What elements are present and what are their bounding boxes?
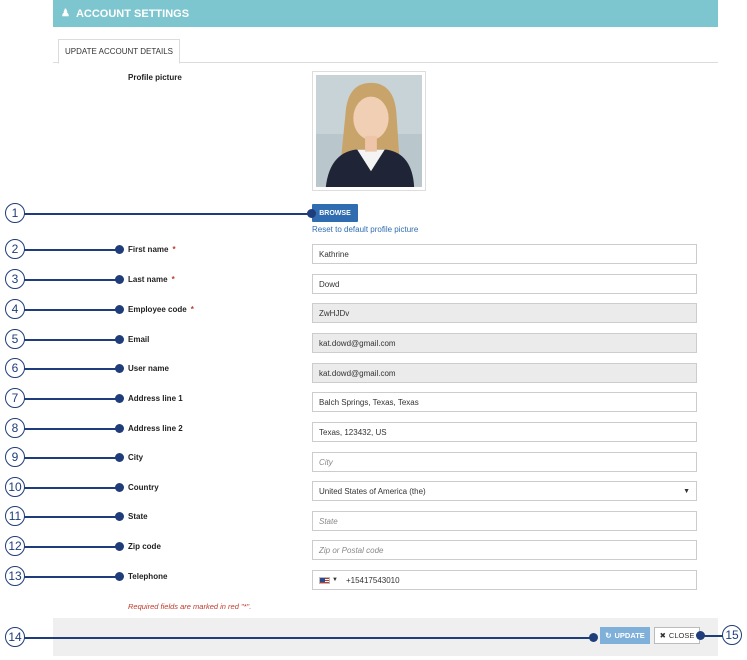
state-input[interactable]: State bbox=[312, 511, 697, 531]
callout-12: 12 bbox=[5, 536, 25, 556]
telephone-value: +15417543010 bbox=[345, 575, 400, 585]
page-header: ♟ ACCOUNT SETTINGS bbox=[53, 0, 718, 27]
callout-line-1 bbox=[24, 213, 312, 215]
user-name-label: User name bbox=[128, 364, 169, 373]
callout-dot-2 bbox=[115, 245, 124, 254]
callout-dot-15 bbox=[696, 631, 705, 640]
address-line-2-label: Address line 2 bbox=[128, 424, 183, 433]
caret-down-icon: ▼ bbox=[683, 487, 690, 495]
callout-dot-10 bbox=[115, 483, 124, 492]
callout-15: 15 bbox=[722, 625, 742, 645]
close-icon: ✖ bbox=[659, 631, 666, 640]
caret-down-icon: ▼ bbox=[332, 577, 338, 583]
first-name-label: First name * bbox=[128, 245, 176, 254]
employee-code-label: Employee code * bbox=[128, 305, 194, 314]
callout-dot-7 bbox=[115, 394, 124, 403]
callout-dot-5 bbox=[115, 335, 124, 344]
callout-line-2 bbox=[24, 249, 120, 251]
callout-line-13 bbox=[24, 576, 120, 578]
callout-6: 6 bbox=[5, 358, 25, 378]
callout-line-12 bbox=[24, 546, 120, 548]
reset-profile-picture-link[interactable]: Reset to default profile picture bbox=[312, 225, 418, 234]
tab-bar: UPDATE ACCOUNT DETAILS bbox=[53, 37, 718, 64]
state-label: State bbox=[128, 512, 148, 521]
browse-button[interactable]: BROWSE bbox=[312, 204, 358, 222]
telephone-field[interactable]: ▼ +15417543010 bbox=[312, 570, 697, 590]
email-label: Email bbox=[128, 335, 150, 344]
callout-dot-12 bbox=[115, 542, 124, 551]
profile-photo bbox=[312, 71, 426, 191]
callout-line-10 bbox=[24, 487, 120, 489]
callout-1: 1 bbox=[5, 203, 25, 223]
email-field: kat.dowd@gmail.com bbox=[312, 333, 697, 353]
callout-dot-14 bbox=[589, 633, 598, 642]
country-code-flag-dropdown[interactable]: ▼ bbox=[319, 576, 338, 584]
callout-13: 13 bbox=[5, 566, 25, 586]
telephone-label: Telephone bbox=[128, 572, 168, 581]
profile-picture-label: Profile picture bbox=[128, 73, 182, 82]
callout-9: 9 bbox=[5, 447, 25, 467]
callout-2: 2 bbox=[5, 239, 25, 259]
page-title: ACCOUNT SETTINGS bbox=[75, 7, 190, 20]
callout-8: 8 bbox=[5, 418, 25, 438]
required-fields-note: Required fields are marked in red "*". bbox=[128, 602, 252, 611]
last-name-field[interactable]: Dowd bbox=[312, 274, 697, 294]
callout-line-8 bbox=[24, 428, 120, 430]
user-name-field: kat.dowd@gmail.com bbox=[312, 363, 697, 383]
callout-dot-11 bbox=[115, 512, 124, 521]
callout-dot-3 bbox=[115, 275, 124, 284]
callout-line-11 bbox=[24, 516, 120, 518]
employee-code-field: ZwHJDv bbox=[312, 303, 697, 323]
country-select[interactable]: United States of America (the) ▼ bbox=[312, 481, 697, 501]
callout-line-4 bbox=[24, 309, 120, 311]
last-name-label: Last name * bbox=[128, 275, 175, 284]
callout-7: 7 bbox=[5, 388, 25, 408]
callout-dot-1 bbox=[307, 209, 316, 218]
refresh-icon: ↻ bbox=[605, 631, 612, 640]
callout-line-5 bbox=[24, 339, 120, 341]
address-line-1-field[interactable]: Balch Springs, Texas, Texas bbox=[312, 392, 697, 412]
callout-line-7 bbox=[24, 398, 120, 400]
callout-line-9 bbox=[24, 457, 120, 459]
callout-dot-8 bbox=[115, 424, 124, 433]
callout-5: 5 bbox=[5, 329, 25, 349]
user-icon: ♟ bbox=[61, 8, 70, 19]
callout-dot-9 bbox=[115, 453, 124, 462]
tab-update-account-details[interactable]: UPDATE ACCOUNT DETAILS bbox=[58, 39, 181, 64]
zip-code-label: Zip code bbox=[128, 542, 161, 551]
callout-14: 14 bbox=[5, 627, 25, 647]
city-label: City bbox=[128, 453, 144, 462]
callout-4: 4 bbox=[5, 299, 25, 319]
us-flag-icon bbox=[319, 576, 330, 584]
callout-line-3 bbox=[24, 279, 120, 281]
callout-dot-4 bbox=[115, 305, 124, 314]
profile-photo-image bbox=[316, 75, 422, 187]
callout-3: 3 bbox=[5, 269, 25, 289]
callout-line-6 bbox=[24, 368, 120, 370]
first-name-field[interactable]: Kathrine bbox=[312, 244, 697, 264]
zip-code-input[interactable]: Zip or Postal code bbox=[312, 540, 697, 560]
callout-11: 11 bbox=[5, 506, 25, 526]
country-label: Country bbox=[128, 483, 159, 492]
callout-dot-6 bbox=[115, 364, 124, 373]
country-selected-value: United States of America (the) bbox=[319, 486, 426, 496]
city-input[interactable]: City bbox=[312, 452, 697, 472]
callout-dot-13 bbox=[115, 572, 124, 581]
close-button[interactable]: ✖ CLOSE bbox=[654, 627, 700, 644]
address-line-2-field[interactable]: Texas, 123432, US bbox=[312, 422, 697, 442]
address-line-1-label: Address line 1 bbox=[128, 394, 183, 403]
update-button[interactable]: ↻ UPDATE bbox=[600, 627, 650, 644]
callout-line-14 bbox=[24, 637, 594, 639]
callout-10: 10 bbox=[5, 477, 25, 497]
